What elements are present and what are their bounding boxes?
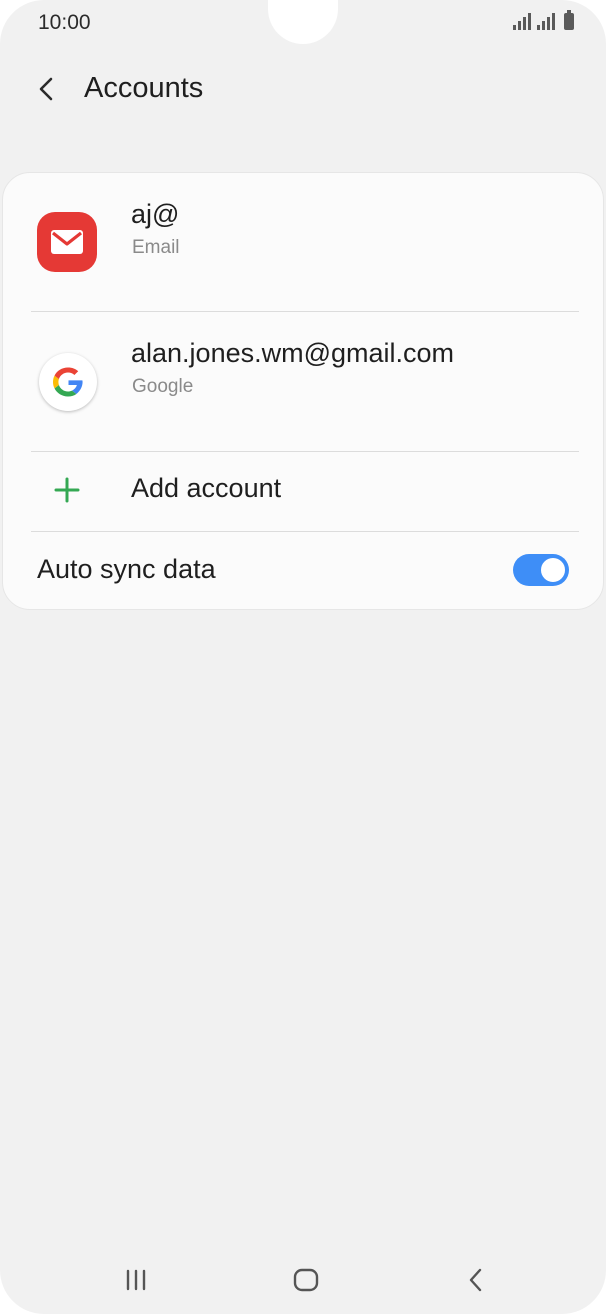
plus-icon [54, 477, 80, 503]
home-button[interactable] [286, 1260, 326, 1300]
recents-icon [126, 1269, 146, 1291]
signal-icon [513, 12, 531, 30]
toggle-knob [539, 556, 567, 584]
status-time: 10:00 [38, 11, 91, 34]
auto-sync-toggle[interactable] [513, 554, 569, 586]
camera-notch [268, 0, 338, 44]
back-icon [469, 1268, 482, 1292]
chevron-left-icon [39, 77, 53, 101]
recents-button[interactable] [116, 1260, 156, 1300]
google-icon [39, 353, 97, 411]
account-name: alan.jones.wm@gmail.com [131, 338, 455, 368]
accounts-card: aj@ Email alan.jones.wm@gmail.com Google… [2, 172, 604, 610]
back-button[interactable] [28, 70, 68, 110]
auto-sync-row[interactable]: Auto sync data [3, 532, 603, 610]
account-type: Google [132, 376, 194, 397]
phone-screen: 10:00 Accounts aj@ Email alan.jones.wm@g… [0, 0, 606, 1314]
account-name: aj@ [131, 199, 180, 229]
signal-icon [537, 12, 555, 30]
status-icons [513, 10, 574, 30]
add-account-button[interactable]: Add account [3, 452, 603, 532]
account-type: Email [132, 237, 180, 258]
account-row-email[interactable]: aj@ Email [3, 173, 603, 311]
nav-back-button[interactable] [456, 1260, 496, 1300]
auto-sync-label: Auto sync data [37, 554, 216, 584]
email-app-icon [37, 212, 97, 272]
add-account-label: Add account [131, 473, 282, 503]
home-icon [293, 1268, 319, 1292]
navigation-bar [0, 1244, 606, 1314]
page-title: Accounts [84, 72, 204, 104]
account-row-google[interactable]: alan.jones.wm@gmail.com Google [3, 312, 603, 451]
battery-icon [564, 10, 574, 30]
